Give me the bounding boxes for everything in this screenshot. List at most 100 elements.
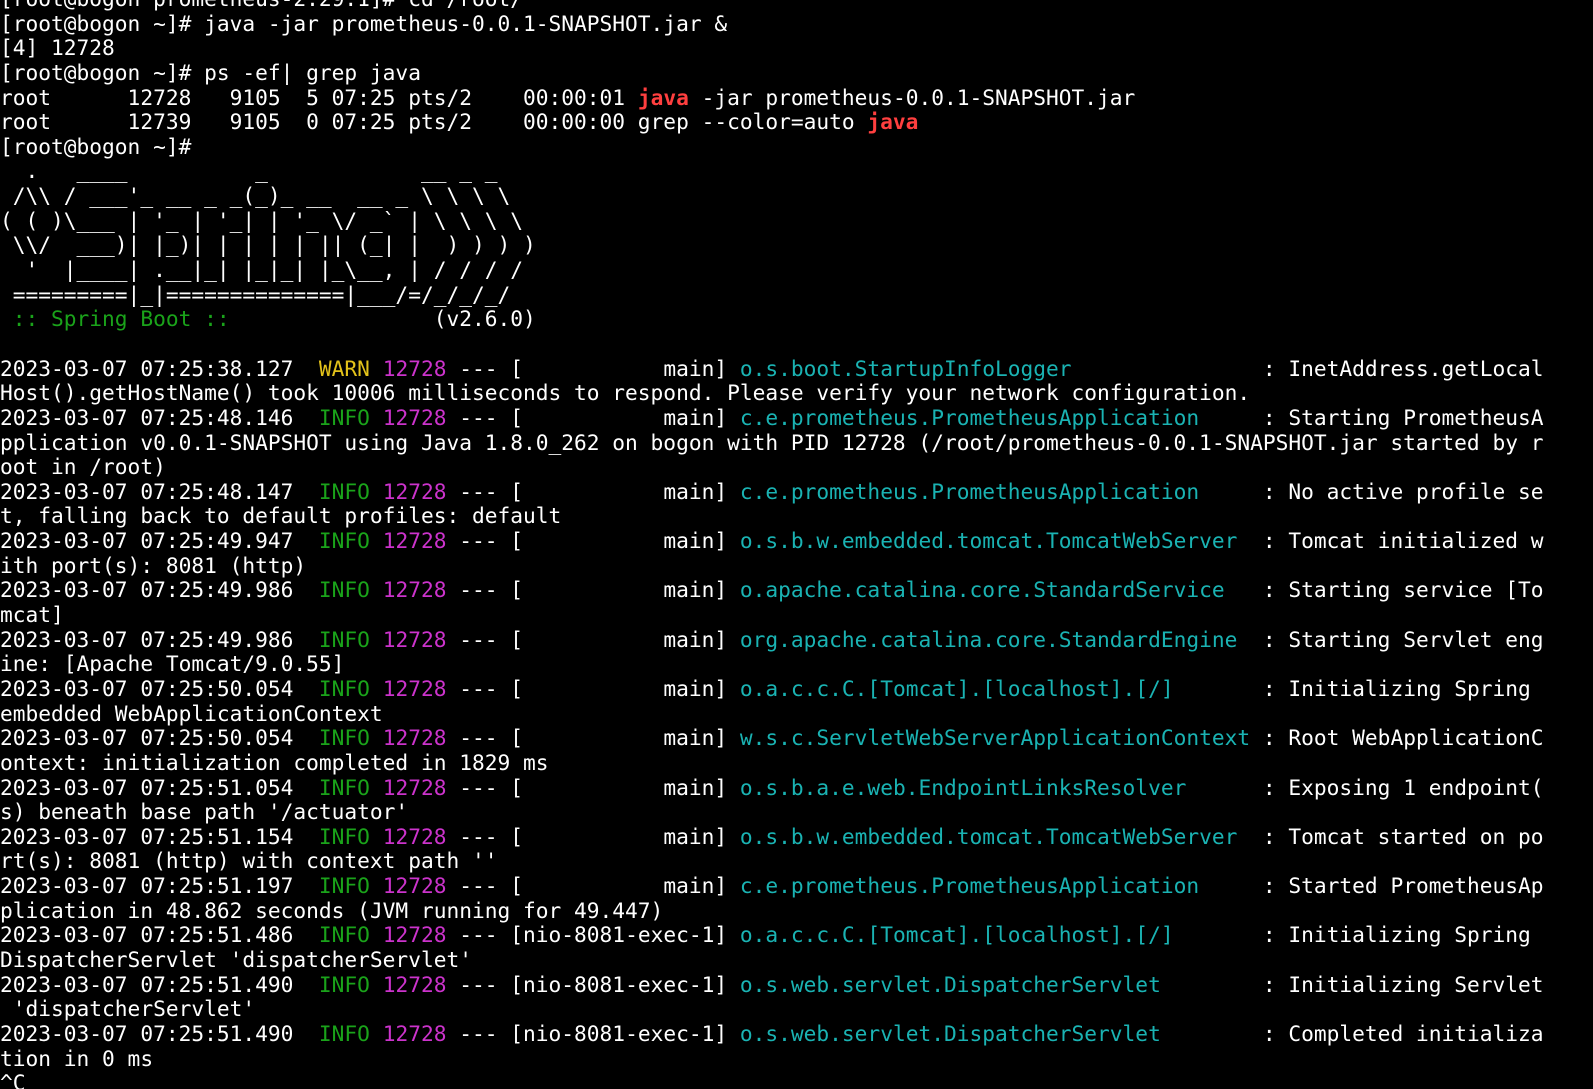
terminal-text: o.s.boot.StartupInfoLogger [739, 356, 1251, 381]
terminal-line: 2023-03-07 07:25:51.054 INFO 12728 --- [… [0, 776, 1593, 801]
terminal-text: 2023-03-07 07:25:50.054 [0, 726, 319, 751]
terminal-text: --- [ main] [446, 356, 740, 381]
terminal-text: 2023-03-07 07:25:49.947 [0, 529, 319, 554]
terminal-line: [root@bogon ~]# java -jar prometheus-0.0… [0, 12, 1593, 37]
terminal-line: /\\ / ___'_ __ _ _(_)_ __ __ _ \ \ \ \ [0, 184, 1593, 209]
terminal-text: oot in /root) [0, 455, 166, 480]
terminal-output[interactable]: [root@bogon prometheus-2.29.1]# cd /root… [0, 0, 1593, 1089]
terminal-text: java [637, 85, 689, 110]
terminal-text: o.s.web.servlet.DispatcherServlet [739, 1021, 1251, 1046]
terminal-text: 12728 [382, 405, 447, 430]
terminal-text: 2023-03-07 07:25:51.490 [0, 972, 319, 997]
terminal-line: ' |____| .__|_| |_|_| |_\__, | / / / / [0, 258, 1593, 283]
terminal-text: --- [ main] [446, 479, 740, 504]
terminal-text: o.s.b.w.embedded.tomcat.TomcatWebServer [739, 824, 1251, 849]
terminal-text: : Exposing 1 endpoint( [1250, 775, 1544, 800]
terminal-text: [root@bogon ~]# [0, 134, 192, 159]
terminal-text: o.apache.catalina.core.StandardService [739, 578, 1251, 603]
terminal-text: ' |____| .__|_| |_|_| |_\__, | / / / / [0, 258, 524, 283]
terminal-text: 12728 [382, 874, 447, 899]
terminal-line: root 12739 9105 0 07:25 pts/2 00:00:00 g… [0, 110, 1593, 135]
terminal-text: 2023-03-07 07:25:48.147 [0, 479, 319, 504]
terminal-line: 2023-03-07 07:25:48.147 INFO 12728 --- [… [0, 480, 1593, 505]
terminal-text: 12728 [382, 923, 447, 948]
terminal-text: --- [ main] [446, 824, 740, 849]
terminal-text: [4] 12728 [0, 36, 115, 61]
terminal-text: ^C [0, 1071, 26, 1089]
terminal-line: 2023-03-07 07:25:48.146 INFO 12728 --- [… [0, 406, 1593, 431]
terminal-text: INFO [318, 405, 370, 430]
terminal-line: =========|_|==============|___/=/_/_/_/ [0, 283, 1593, 308]
terminal-text: --- [ main] [446, 775, 740, 800]
terminal-text: tion in 0 ms [0, 1046, 154, 1071]
terminal-line: DispatcherServlet 'dispatcherServlet' [0, 948, 1593, 973]
terminal-text: Host().getHostName() took 10006 millisec… [0, 381, 1251, 406]
terminal-text: 2023-03-07 07:25:49.986 [0, 578, 319, 603]
terminal-text: INFO [318, 824, 370, 849]
terminal-line: 2023-03-07 07:25:50.054 INFO 12728 --- [… [0, 726, 1593, 751]
terminal-text: : Tomcat started on po [1250, 824, 1544, 849]
terminal-line: plication in 48.862 seconds (JVM running… [0, 899, 1593, 924]
terminal-text: 2023-03-07 07:25:51.054 [0, 775, 319, 800]
terminal-text: : Starting service [To [1250, 578, 1544, 603]
terminal-text: --- [ main] [446, 726, 740, 751]
terminal-text: [root@bogon ~]# ps -ef| grep java [0, 60, 421, 85]
terminal-line: 2023-03-07 07:25:51.490 INFO 12728 --- [… [0, 1022, 1593, 1047]
terminal-text: : InetAddress.getLocal [1250, 356, 1544, 381]
terminal-text: : Starting PrometheusA [1250, 405, 1544, 430]
terminal-text: /\\ / ___'_ __ _ _(_)_ __ __ _ \ \ \ \ [0, 184, 511, 209]
terminal-text: 2023-03-07 07:25:38.127 [0, 356, 319, 381]
terminal-text: o.s.b.w.embedded.tomcat.TomcatWebServer [739, 529, 1251, 554]
terminal-text: . ____ _ __ _ _ [0, 159, 498, 184]
terminal-line: 2023-03-07 07:25:50.054 INFO 12728 --- [… [0, 677, 1593, 702]
terminal-text: --- [ main] [446, 627, 740, 652]
terminal-text: ine: [Apache Tomcat/9.0.55] [0, 652, 345, 677]
terminal-text: : Completed initializa [1250, 1021, 1544, 1046]
terminal-text: root 12739 9105 0 07:25 pts/2 00:00:00 g… [0, 110, 868, 135]
terminal-text: pplication v0.0.1-SNAPSHOT using Java 1.… [0, 430, 1544, 455]
terminal-text: WARN [318, 356, 370, 381]
terminal-line: embedded WebApplicationContext [0, 702, 1593, 727]
terminal-text: : Tomcat initialized w [1250, 529, 1544, 554]
terminal-line: [root@bogon prometheus-2.29.1]# cd /root… [0, 0, 1593, 12]
terminal-text: : No active profile se [1250, 479, 1544, 504]
terminal-text: 12728 [382, 479, 447, 504]
terminal-text: mcat] [0, 603, 64, 628]
terminal-text: --- [ main] [446, 676, 740, 701]
terminal-text: : Initializing Servlet [1250, 972, 1544, 997]
terminal-text: o.s.web.servlet.DispatcherServlet [739, 972, 1251, 997]
terminal-text: INFO [318, 726, 370, 751]
terminal-line: 2023-03-07 07:25:51.486 INFO 12728 --- [… [0, 923, 1593, 948]
terminal-line: 2023-03-07 07:25:49.986 INFO 12728 --- [… [0, 628, 1593, 653]
terminal-text: : Initializing Spring [1250, 923, 1544, 948]
terminal-text: INFO [318, 529, 370, 554]
terminal-text: : Started PrometheusAp [1250, 874, 1544, 899]
terminal-text: --- [nio-8081-exec-1] [446, 1021, 740, 1046]
terminal-text: plication in 48.862 seconds (JVM running… [0, 898, 664, 923]
terminal-line: \\/ ___)| |_)| | | | | || (_| | ) ) ) ) [0, 233, 1593, 258]
terminal-line: t, falling back to default profiles: def… [0, 504, 1593, 529]
terminal-text: --- [nio-8081-exec-1] [446, 923, 740, 948]
terminal-text: o.a.c.c.C.[Tomcat].[localhost].[/] [739, 923, 1251, 948]
terminal-text: =========|_|==============|___/=/_/_/_/ [0, 282, 511, 307]
terminal-text: 12728 [382, 775, 447, 800]
terminal-text: c.e.prometheus.PrometheusApplication [739, 405, 1251, 430]
terminal-text: --- [nio-8081-exec-1] [446, 972, 740, 997]
terminal-text: INFO [318, 1021, 370, 1046]
terminal-text: INFO [318, 479, 370, 504]
terminal-text: 2023-03-07 07:25:51.197 [0, 874, 319, 899]
terminal-line: 2023-03-07 07:25:51.154 INFO 12728 --- [… [0, 825, 1593, 850]
terminal-text: --- [ main] [446, 578, 740, 603]
terminal-text: org.apache.catalina.core.StandardEngine [739, 627, 1251, 652]
terminal-text: 12728 [382, 529, 447, 554]
terminal-line: ine: [Apache Tomcat/9.0.55] [0, 652, 1593, 677]
terminal-line: [4] 12728 [0, 36, 1593, 61]
terminal-text: DispatcherServlet 'dispatcherServlet' [0, 947, 472, 972]
